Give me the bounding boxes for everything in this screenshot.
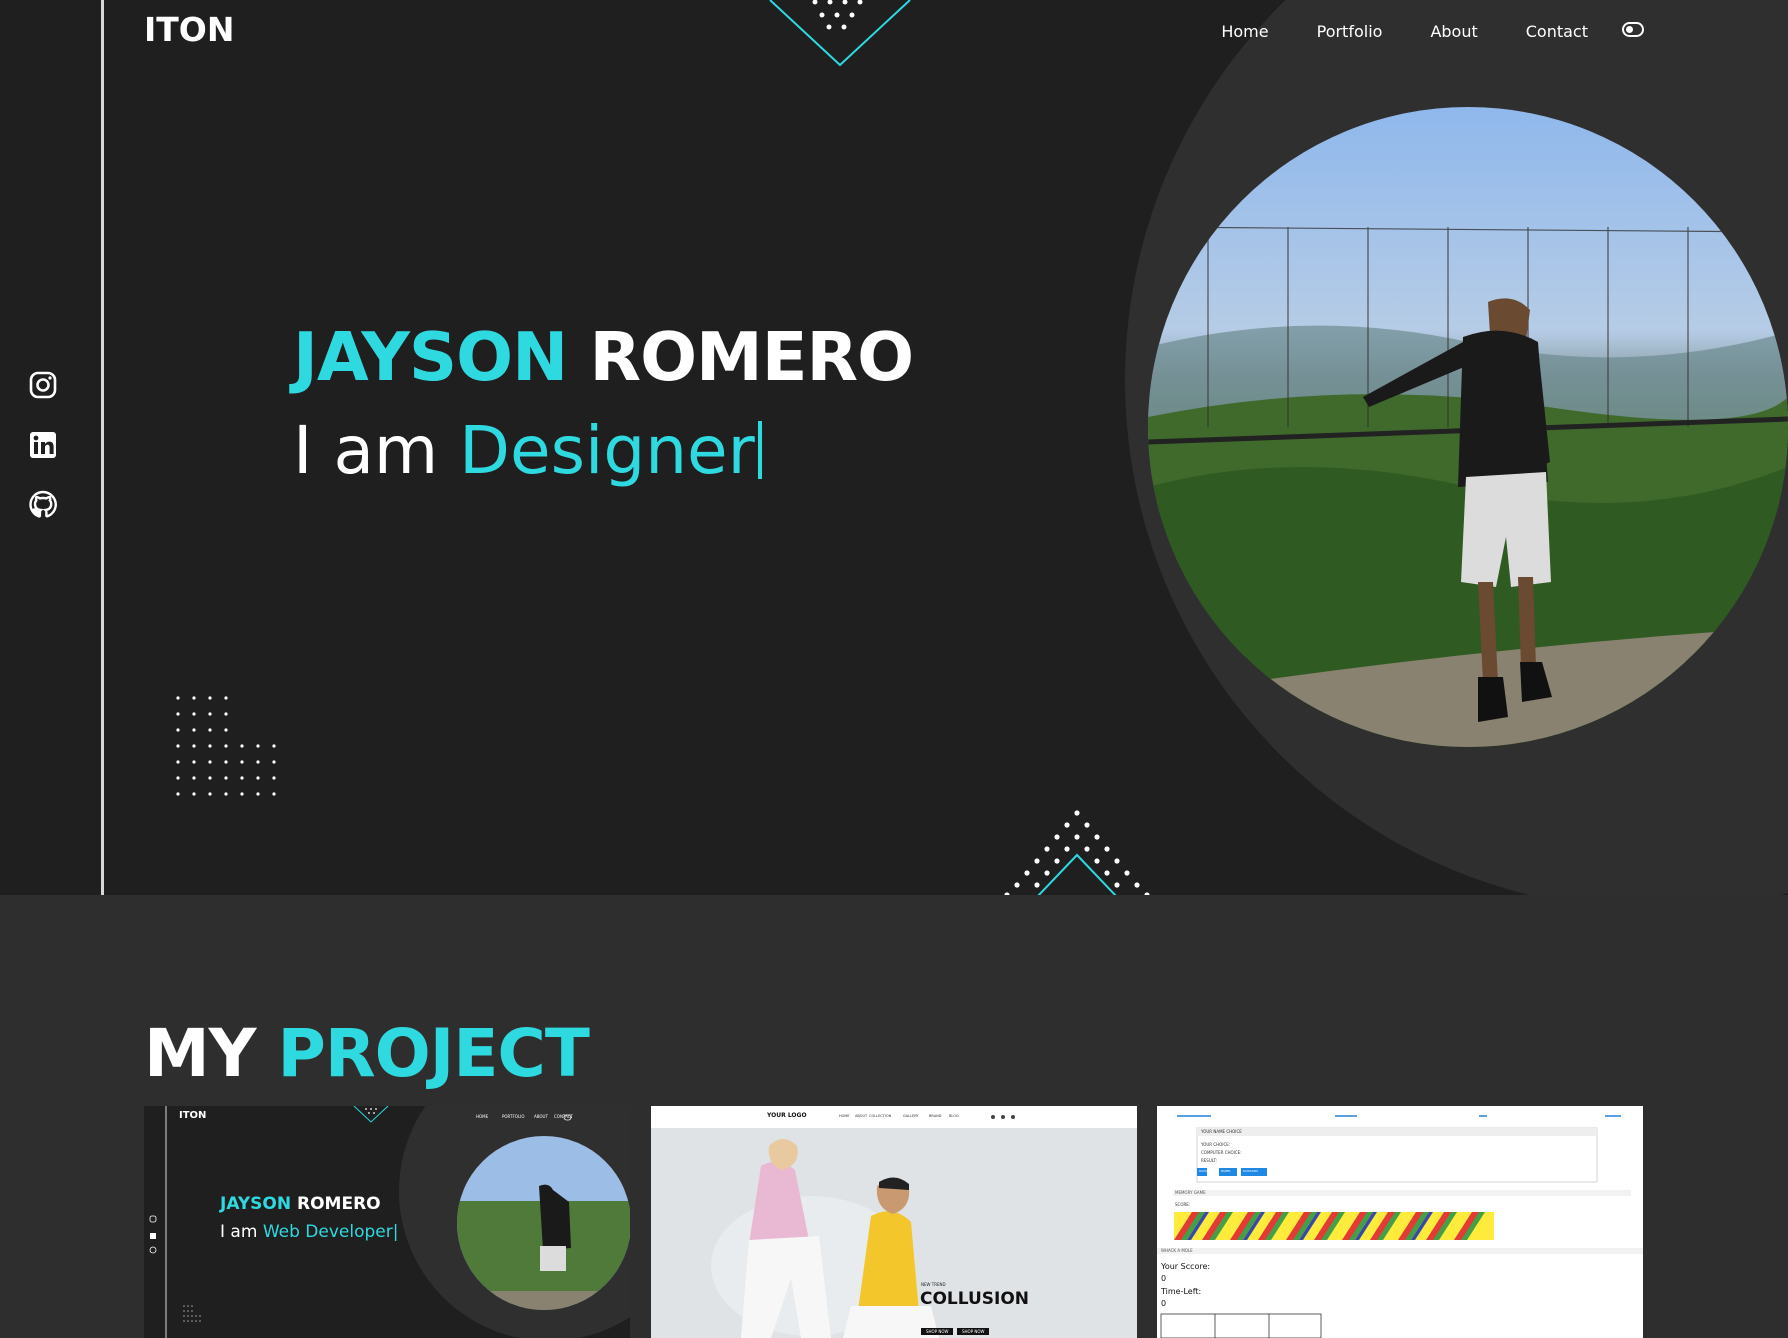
main-nav: Home Portfolio About Contact xyxy=(1173,20,1588,42)
profile-photo xyxy=(1148,107,1788,747)
hero-last-name: ROMERO xyxy=(589,318,915,396)
card1-role-line: I am Web Developer| xyxy=(220,1222,398,1242)
typing-cursor xyxy=(757,421,762,479)
github-icon[interactable] xyxy=(28,490,58,520)
projects-title: MY PROJECT xyxy=(144,1015,590,1092)
card3-btn-scissors: SCISSORS xyxy=(1243,1169,1259,1173)
linkedin-icon[interactable] xyxy=(28,430,58,460)
hero-section: ITON Home Portfolio About Contact JAYSON… xyxy=(0,0,1788,895)
card2-nav-home: HOME xyxy=(839,1114,850,1118)
project-card-games[interactable]: YOUR NAME CHOICE YOUR CHOICE: COMPUTER C… xyxy=(1157,1106,1643,1338)
hero-first-name: JAYSON xyxy=(293,318,568,396)
card3-your-score: Your Sccore: xyxy=(1161,1262,1211,1271)
card2-nav-gallery: GALLERY xyxy=(903,1114,919,1118)
card1-role-prefix: I am xyxy=(220,1222,258,1242)
nav-home[interactable]: Home xyxy=(1221,22,1268,41)
project-card-fashion-store[interactable]: YOUR LOGO HOME ABOUT COLLECTION GALLERY … xyxy=(651,1106,1137,1338)
top-triangle-decoration xyxy=(769,0,911,67)
card3-section2: MEMORY GAME xyxy=(1175,1190,1206,1195)
card1-nav-contact: CONTACT xyxy=(554,1114,573,1119)
card3-time-left-value: 0 xyxy=(1161,1299,1167,1308)
card2-nav-about: ABOUT xyxy=(855,1114,868,1118)
card3-line-2: COMPUTER CHOICE: xyxy=(1201,1150,1242,1155)
card1-nav-about: ABOUT xyxy=(534,1114,548,1119)
theme-toggle-icon[interactable] xyxy=(1622,22,1644,37)
card1-logo: ITON xyxy=(179,1110,207,1121)
card2-button-2: SHOP NOW xyxy=(957,1328,990,1335)
site-logo[interactable]: ITON xyxy=(144,10,234,49)
side-divider-line xyxy=(101,0,104,895)
card2-kicker: NEW TREND xyxy=(921,1282,946,1287)
hero-role: Designer xyxy=(459,412,755,489)
projects-title-part1: MY xyxy=(144,1015,256,1092)
card3-btn-rock: ROCK xyxy=(1199,1169,1208,1173)
card1-name: JAYSON ROMERO xyxy=(220,1194,381,1214)
project-card-portfolio[interactable]: ITON HOME PORTFOLIO ABOUT CONTACT JAYSON… xyxy=(144,1106,630,1338)
hero-role-prefix: I am xyxy=(293,412,439,489)
hero-name: JAYSON ROMERO xyxy=(293,318,915,396)
card3-time-left: Time-Left: xyxy=(1161,1287,1202,1296)
card2-headline: COLLUSION xyxy=(920,1289,1030,1309)
social-links xyxy=(28,370,58,550)
card3-section3: WHACK A MOLE xyxy=(1161,1248,1193,1253)
card3-your-score-value: 0 xyxy=(1161,1274,1167,1283)
projects-title-part2: PROJECT xyxy=(277,1015,589,1092)
card3-heading1: YOUR NAME CHOICE xyxy=(1201,1129,1242,1134)
bottom-triangle-decoration xyxy=(1004,810,1150,895)
card2-nav-blog: BLOG xyxy=(949,1114,959,1118)
card3-line-1: YOUR CHOICE: xyxy=(1201,1142,1231,1147)
card2-button-1: SHOP NOW xyxy=(921,1328,954,1335)
card1-nav-portfolio: PORTFOLIO xyxy=(502,1114,525,1119)
project-card-fashion-preview xyxy=(651,1106,1137,1338)
card1-cursor: | xyxy=(392,1222,399,1242)
nav-contact[interactable]: Contact xyxy=(1526,22,1588,41)
card2-logo: YOUR LOGO xyxy=(767,1112,807,1119)
nav-about[interactable]: About xyxy=(1430,22,1477,41)
card3-line-3: RESULT: xyxy=(1201,1158,1217,1163)
card1-role: Web Developer xyxy=(262,1222,393,1242)
dots-grid-decoration xyxy=(176,696,276,796)
card1-nav-home: HOME xyxy=(476,1114,489,1119)
card2-nav-brand: BRAND xyxy=(929,1114,942,1118)
card1-last-name: ROMERO xyxy=(297,1194,381,1214)
instagram-icon[interactable] xyxy=(28,370,58,400)
hero-role-line: I am Designer xyxy=(293,412,762,489)
card1-first-name: JAYSON xyxy=(220,1194,292,1214)
card3-score-label: SCORE: xyxy=(1175,1202,1191,1207)
project-card-games-preview xyxy=(1157,1106,1643,1338)
card3-btn-paper: PAPER xyxy=(1221,1169,1231,1173)
nav-portfolio[interactable]: Portfolio xyxy=(1317,22,1383,41)
card2-nav-collection: COLLECTION xyxy=(869,1114,892,1118)
